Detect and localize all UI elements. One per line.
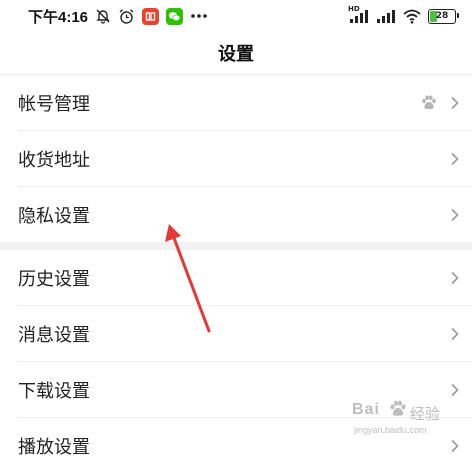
- signal-hd-icon: HD: [348, 5, 370, 24]
- signal-icon: [376, 8, 396, 24]
- silent-bell-icon: [95, 8, 111, 24]
- hd-label: HD: [348, 5, 360, 13]
- battery-indicator: 28: [428, 8, 459, 24]
- settings-item-account[interactable]: 帐号管理: [0, 75, 472, 131]
- settings-item-address[interactable]: 收货地址: [0, 131, 472, 187]
- status-time: 下午4:16: [28, 8, 89, 26]
- settings-item-history[interactable]: 历史设置: [0, 250, 472, 306]
- red-app-icon: [142, 7, 160, 25]
- baidu-paw-icon: [420, 94, 438, 112]
- watermark-url: jingyan.baidu.com: [354, 425, 427, 435]
- settings-item-label: 帐号管理: [18, 94, 90, 115]
- wechat-icon: [166, 7, 184, 25]
- settings-item-label: 隐私设置: [18, 206, 90, 227]
- chevron-right-icon: [450, 96, 460, 110]
- settings-item-label: 历史设置: [18, 269, 90, 290]
- settings-item-privacy[interactable]: 隐私设置: [0, 187, 472, 243]
- baidu-watermark: Bai 经验 jingyan.baidu.com: [348, 395, 468, 443]
- watermark-brand: Bai: [352, 401, 380, 418]
- chevron-right-icon: [450, 208, 460, 222]
- chevron-right-icon: [450, 327, 460, 341]
- battery-level: 28: [435, 11, 449, 21]
- alarm-clock-icon: [118, 8, 135, 25]
- chevron-right-icon: [450, 152, 460, 166]
- status-bar: 下午4:16 HD 28: [0, 0, 472, 32]
- watermark-suffix: 经验: [410, 405, 441, 423]
- settings-item-messages[interactable]: 消息设置: [0, 306, 472, 362]
- settings-item-label: 消息设置: [18, 325, 90, 346]
- more-dots-icon: [190, 13, 208, 19]
- title-bar: 设置: [0, 32, 472, 75]
- settings-item-label: 收货地址: [18, 150, 90, 171]
- section-separator: [0, 242, 472, 250]
- chevron-right-icon: [450, 271, 460, 285]
- settings-group-1: 帐号管理 收货地址 隐私设置: [0, 75, 472, 243]
- wifi-icon: [402, 8, 422, 24]
- watermark-paw-icon: [390, 400, 406, 416]
- page-title: 设置: [218, 44, 254, 65]
